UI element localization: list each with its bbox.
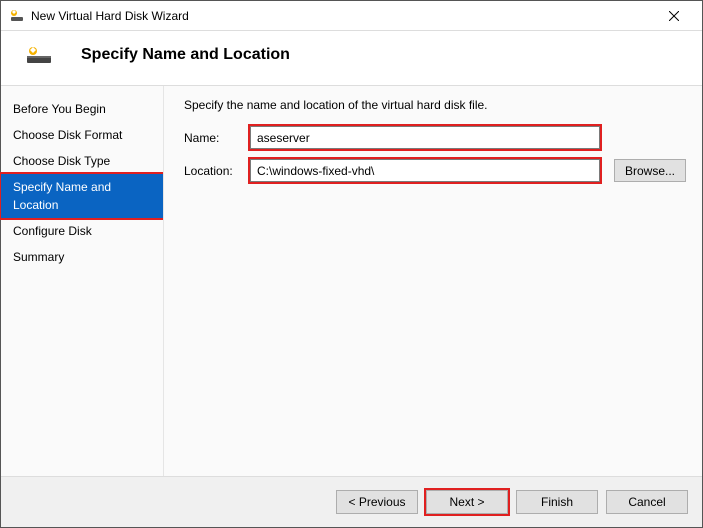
previous-button[interactable]: < Previous (336, 490, 418, 514)
step-configure-disk[interactable]: Configure Disk (1, 218, 163, 244)
name-input[interactable] (250, 126, 600, 149)
close-button[interactable] (654, 2, 694, 30)
step-choose-disk-format[interactable]: Choose Disk Format (1, 122, 163, 148)
titlebar: New Virtual Hard Disk Wizard (1, 1, 702, 31)
wizard-window: New Virtual Hard Disk Wizard Specify Nam… (0, 0, 703, 528)
instruction-text: Specify the name and location of the vir… (184, 98, 686, 112)
location-row: Location: Browse... (184, 159, 686, 182)
step-specify-name-location[interactable]: Specify Name and Location (1, 174, 163, 218)
location-input[interactable] (250, 159, 600, 182)
step-before-you-begin[interactable]: Before You Begin (1, 96, 163, 122)
next-button[interactable]: Next > (426, 490, 508, 514)
step-choose-disk-type[interactable]: Choose Disk Type (1, 148, 163, 174)
window-title: New Virtual Hard Disk Wizard (31, 9, 654, 23)
step-summary[interactable]: Summary (1, 244, 163, 270)
hard-disk-icon (25, 45, 53, 65)
cancel-button[interactable]: Cancel (606, 490, 688, 514)
wizard-footer: < Previous Next > Finish Cancel (1, 477, 702, 527)
wizard-header: Specify Name and Location (1, 31, 702, 85)
content-pane: Specify the name and location of the vir… (163, 86, 702, 476)
browse-button[interactable]: Browse... (614, 159, 686, 182)
name-row: Name: (184, 126, 686, 149)
finish-button[interactable]: Finish (516, 490, 598, 514)
name-label: Name: (184, 131, 242, 145)
location-label: Location: (184, 164, 242, 178)
wizard-body: Before You Begin Choose Disk Format Choo… (1, 85, 702, 477)
app-icon (9, 8, 25, 24)
step-sidebar: Before You Begin Choose Disk Format Choo… (1, 86, 163, 476)
page-title: Specify Name and Location (81, 46, 290, 64)
